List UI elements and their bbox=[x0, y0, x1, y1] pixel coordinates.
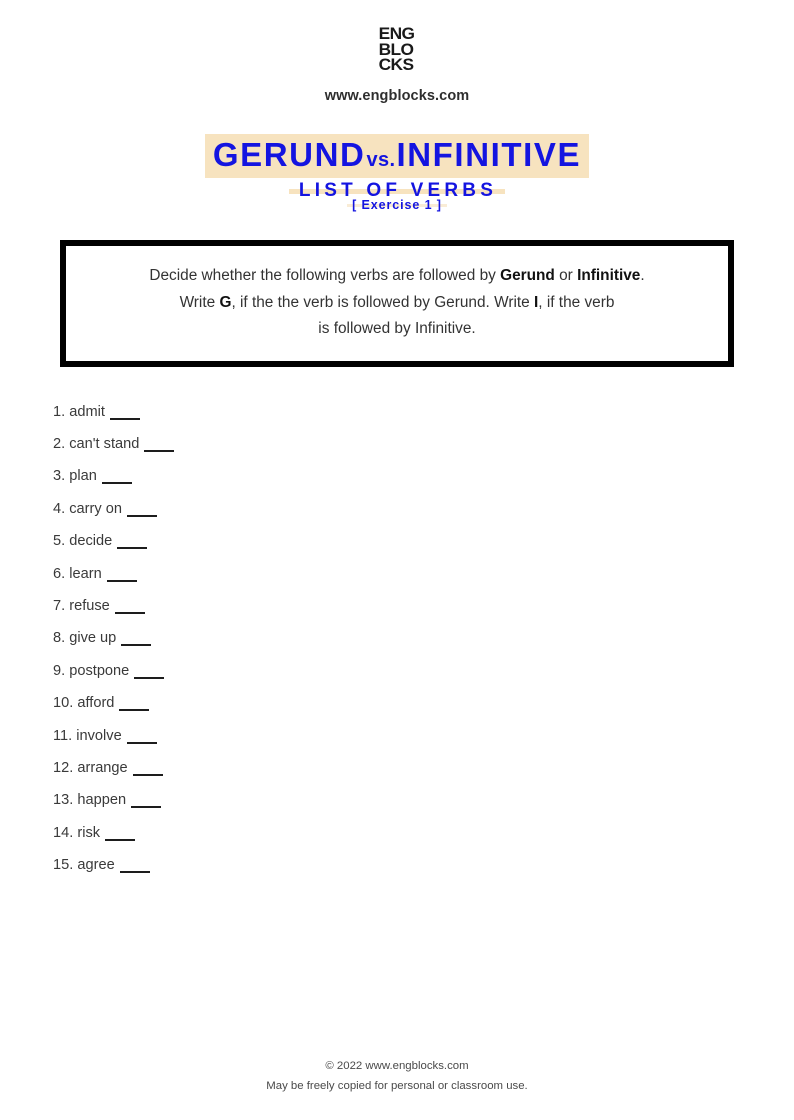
title-infinitive: INFINITIVE bbox=[396, 136, 582, 174]
item-verb: afford bbox=[77, 695, 115, 712]
answer-blank[interactable] bbox=[106, 579, 137, 582]
item-number: 3. bbox=[53, 468, 66, 485]
list-item: 4. carry on bbox=[53, 502, 794, 517]
list-item: 10. afford bbox=[53, 695, 794, 712]
answer-blank[interactable] bbox=[119, 871, 150, 874]
instruction-text: Decide whether the following verbs are f… bbox=[92, 263, 702, 342]
answer-blank[interactable] bbox=[114, 612, 145, 614]
site-url: www.engblocks.com bbox=[324, 88, 470, 105]
item-verb: learn bbox=[69, 565, 102, 582]
page-title: GERUNDvs.INFINITIVE bbox=[204, 134, 590, 179]
item-verb: decide bbox=[69, 533, 113, 550]
instruction-line-3: is followed by Infinitive. bbox=[318, 320, 476, 338]
instruction-bold-gerund: Gerund bbox=[500, 267, 555, 285]
list-item: 12. arrange bbox=[53, 761, 794, 776]
answer-blank[interactable] bbox=[105, 838, 136, 841]
title-sub-line: LIST OF VERBS bbox=[0, 178, 794, 200]
item-verb: agree bbox=[77, 857, 115, 874]
item-number: 10. bbox=[53, 695, 74, 712]
item-verb: give up bbox=[69, 630, 117, 647]
worksheet-page: ENG BLO CKS www.engblocks.com GERUNDvs.I… bbox=[0, 0, 794, 1120]
title-main-line: GERUNDvs.INFINITIVE bbox=[0, 134, 794, 179]
title-vs: vs. bbox=[366, 149, 396, 172]
list-item: 11. involve bbox=[53, 727, 794, 744]
item-number: 15. bbox=[53, 857, 74, 874]
instruction-text-segment: , if the the verb is followed by Gerund.… bbox=[231, 293, 534, 311]
verb-list: 1. admit 2. can't stand 3. plan 4. carry… bbox=[0, 403, 794, 874]
item-number: 5. bbox=[53, 533, 66, 550]
logo-line-3: CKS bbox=[379, 55, 414, 75]
item-number: 14. bbox=[53, 824, 74, 841]
item-number: 6. bbox=[53, 565, 66, 582]
item-verb: carry on bbox=[69, 500, 122, 517]
instruction-line-1: Decide whether the following verbs are f… bbox=[149, 267, 644, 284]
item-verb: arrange bbox=[77, 759, 128, 776]
instruction-bold-infinitive: Infinitive bbox=[577, 267, 641, 285]
answer-blank[interactable] bbox=[126, 741, 157, 744]
item-number: 13. bbox=[53, 792, 74, 809]
instruction-text-segment: Write bbox=[179, 293, 220, 311]
item-number: 8. bbox=[53, 630, 66, 647]
item-verb: plan bbox=[69, 468, 97, 485]
item-verb: risk bbox=[77, 824, 101, 841]
item-number: 4. bbox=[53, 500, 66, 517]
footer-copyright: © 2022 www.engblocks.com bbox=[325, 1060, 469, 1072]
list-item: 1. admit bbox=[53, 403, 794, 420]
item-verb: refuse bbox=[69, 598, 110, 614]
instruction-line-2: Write G, if the the verb is followed by … bbox=[180, 294, 615, 311]
item-verb: happen bbox=[77, 792, 127, 809]
item-number: 2. bbox=[53, 436, 66, 453]
item-number: 1. bbox=[53, 403, 66, 420]
item-number: 9. bbox=[53, 662, 66, 679]
item-verb: involve bbox=[76, 727, 122, 744]
item-verb: admit bbox=[69, 403, 105, 420]
list-item: 15. agree bbox=[53, 857, 794, 874]
page-header: ENG BLO CKS www.engblocks.com bbox=[0, 0, 794, 104]
item-verb: postpone bbox=[69, 662, 130, 679]
instruction-box: Decide whether the following verbs are f… bbox=[60, 240, 734, 367]
answer-blank[interactable] bbox=[119, 709, 150, 712]
answer-blank[interactable] bbox=[101, 482, 132, 485]
list-item: 14. risk bbox=[53, 824, 794, 841]
answer-blank[interactable] bbox=[109, 417, 140, 420]
item-number: 11. bbox=[53, 727, 73, 744]
item-verb: can't stand bbox=[69, 436, 140, 453]
instruction-text-segment: or bbox=[554, 267, 578, 285]
list-item: 2. can't stand bbox=[53, 436, 794, 453]
answer-blank[interactable] bbox=[132, 773, 163, 776]
list-item: 13. happen bbox=[53, 792, 794, 809]
title-gerund: GERUND bbox=[212, 136, 366, 174]
list-item: 5. decide bbox=[53, 533, 794, 550]
instruction-text-segment: , if the verb bbox=[538, 293, 615, 311]
instruction-text-segment: . bbox=[640, 267, 645, 285]
instruction-bold-g: G bbox=[219, 293, 232, 311]
answer-blank[interactable] bbox=[117, 547, 148, 550]
answer-blank[interactable] bbox=[126, 514, 157, 517]
list-item: 7. refuse bbox=[53, 599, 794, 614]
list-item: 8. give up bbox=[53, 630, 794, 647]
title-block: GERUNDvs.INFINITIVE LIST OF VERBS [ Exer… bbox=[0, 134, 794, 211]
engblocks-logo: ENG BLO CKS bbox=[379, 25, 415, 75]
item-number: 12. bbox=[53, 759, 74, 776]
title-exercise-line: [ Exercise 1 ] bbox=[0, 194, 794, 211]
answer-blank[interactable] bbox=[131, 806, 162, 809]
list-item: 9. postpone bbox=[53, 662, 794, 679]
instruction-text-segment: Decide whether the following verbs are f… bbox=[149, 267, 501, 285]
answer-blank[interactable] bbox=[134, 676, 165, 679]
footer-note: May be freely copied for personal or cla… bbox=[266, 1080, 528, 1092]
item-number: 7. bbox=[53, 598, 66, 614]
list-item: 6. learn bbox=[53, 565, 794, 582]
answer-blank[interactable] bbox=[144, 450, 175, 453]
list-item: 3. plan bbox=[53, 468, 794, 485]
answer-blank[interactable] bbox=[121, 644, 152, 647]
exercise-badge: [ Exercise 1 ] bbox=[347, 199, 447, 211]
page-footer: © 2022 www.engblocks.com May be freely c… bbox=[0, 1060, 794, 1092]
